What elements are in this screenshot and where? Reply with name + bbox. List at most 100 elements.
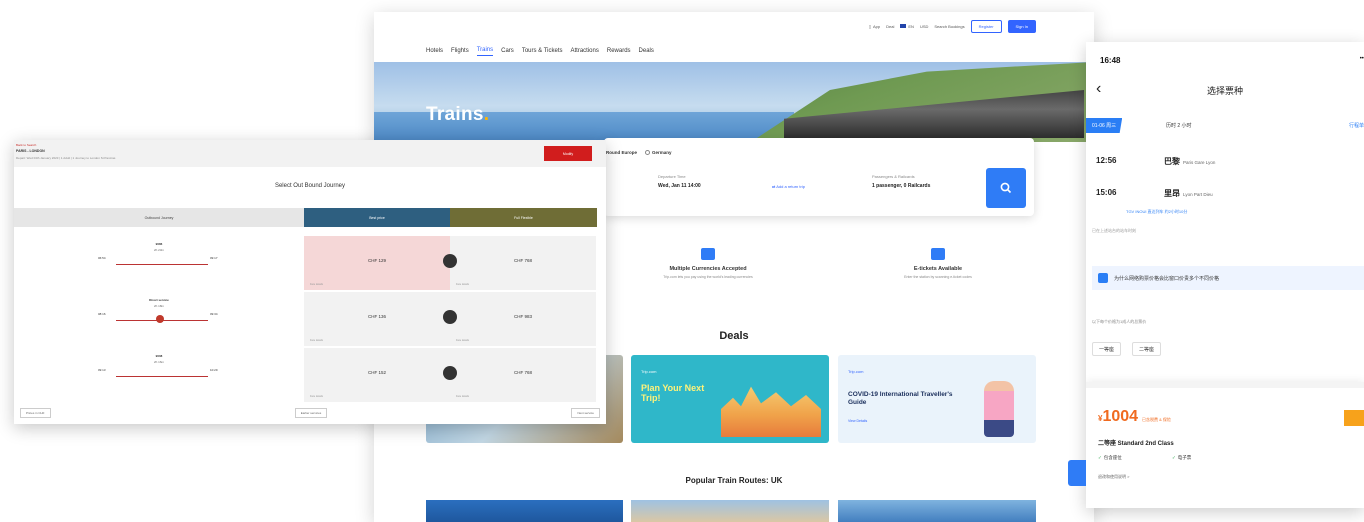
ticket-icon: [931, 248, 945, 260]
deal-card-plan-trip[interactable]: Trip.com Plan Your Next Trip!: [631, 355, 829, 443]
floating-help-button[interactable]: [1068, 460, 1086, 486]
fare-best-price[interactable]: CHF 152 Fare details: [304, 348, 450, 402]
fare-price: ¥1004 已含税费 & 保险: [1098, 408, 1171, 425]
main-nav: Hotels Flights Trains Cars Tours & Ticke…: [374, 40, 1094, 62]
date-tab[interactable]: 01-06 周三: [1086, 118, 1123, 133]
currency-selector[interactable]: USD: [920, 24, 928, 29]
train-service-info: TGV INOUI 直达列车 约2小时10分: [1126, 209, 1188, 214]
nav-flights[interactable]: Flights: [451, 48, 469, 54]
prices-info-button[interactable]: Prices in CHF: [20, 408, 51, 418]
compare-toggle-icon[interactable]: [443, 366, 457, 380]
nav-cars[interactable]: Cars: [501, 48, 514, 54]
journey-row: 9086 2h 23m 06:54 09:17 CHF 129 Fare det…: [14, 236, 606, 290]
nav-hotels[interactable]: Hotels: [426, 48, 443, 54]
mobile-ticket-screen: 16:48 ••• ‹ 选择票种 01-06 周三 历时 2 小时 行程单 12…: [1086, 42, 1364, 508]
compare-toggle-icon[interactable]: [443, 254, 457, 268]
deal-tag: Trip.com: [848, 369, 864, 374]
language-selector[interactable]: EN: [900, 24, 914, 29]
compare-toggle-icon[interactable]: [443, 310, 457, 324]
fare-card: ¥1004 已含税费 & 保险 二等座 Standard 2nd Class ✓ 包…: [1086, 382, 1364, 508]
journey-info: 9008 2h 16m 09:13 10:29: [14, 348, 304, 402]
nav-deals[interactable]: Deals: [639, 48, 654, 54]
nav-trains[interactable]: Trains: [476, 47, 494, 56]
route-line: [116, 264, 208, 265]
hero-banner: Trains.: [374, 62, 1094, 142]
panel-footer: Prices in CHF Earlier services Next serv…: [14, 402, 606, 424]
class-chip-first[interactable]: 一等座: [1092, 342, 1122, 356]
check-icon: ✓: [1172, 455, 1176, 460]
check-icon: ✓: [1098, 455, 1102, 460]
route-label: PARIS - LONDON: [16, 149, 45, 153]
nav-rewards[interactable]: Rewards: [607, 48, 631, 54]
search-button[interactable]: [986, 168, 1026, 208]
itinerary-link[interactable]: 行程单: [1349, 122, 1364, 129]
fare-best-price[interactable]: CHF 136 Fare details: [304, 292, 450, 346]
nav-tours-tickets[interactable]: Tours & Tickets: [522, 48, 563, 54]
nav-attractions[interactable]: Attractions: [571, 48, 599, 54]
traveller-illustration: [984, 381, 1014, 437]
fare-full-flexible[interactable]: CHF 983 Fare details: [450, 292, 596, 346]
fare-columns-header: Outbound Journey Best price Full Flexibl…: [14, 208, 606, 227]
deals-heading: Deals: [719, 330, 749, 342]
add-return-link[interactable]: ⇄ Add a return trip: [772, 184, 805, 189]
route-card[interactable]: [631, 500, 829, 522]
refund-rules-link[interactable]: 退改和使用说明 >: [1098, 474, 1129, 480]
departure-station: 巴黎 Paris Gare Lyon: [1164, 157, 1216, 166]
feature-list: Multiple Currencies Accepted Trip.com le…: [614, 248, 1038, 298]
departure-field[interactable]: Departure Time Wed, Jan 11 14:00: [658, 174, 701, 189]
radio-round-europe[interactable]: Round Europe: [606, 150, 637, 155]
selected-marker-icon: [156, 315, 164, 323]
search-bookings-link[interactable]: Search Bookings: [934, 24, 964, 29]
phone-icon: ▯: [868, 23, 872, 29]
card-icon: [701, 248, 715, 260]
feature-currencies: Multiple Currencies Accepted Trip.com le…: [628, 248, 788, 279]
sign-in-button[interactable]: Sign In: [1007, 19, 1036, 33]
radio-germany[interactable]: Germany: [645, 150, 672, 156]
hero-title: Trains.: [426, 104, 490, 125]
app-link[interactable]: ▯ App: [869, 24, 880, 29]
deal-card-covid-guide[interactable]: Trip.com COVID-19 International Travelle…: [838, 355, 1036, 443]
modify-button[interactable]: Modify: [544, 146, 592, 161]
deal-title: COVID-19 International Traveller's Guide: [848, 391, 953, 406]
price-notice-banner[interactable]: 为什么网络购票价格会比窗口价贵多个不同价格: [1092, 266, 1364, 290]
perk-item: ✓ 包含座位: [1098, 455, 1122, 460]
deals-link[interactable]: Deal: [886, 24, 894, 29]
journey-row: Direct service 2h 18m 08:16 09:34 CHF 13…: [14, 292, 606, 346]
radio-circle-icon: [645, 150, 650, 156]
deal-more-link[interactable]: View Details: [848, 419, 867, 423]
next-service-button[interactable]: Next service: [571, 408, 600, 418]
search-icon: [1000, 182, 1012, 194]
journey-info: 9086 2h 23m 06:54 09:17: [14, 236, 304, 290]
trip-type-radios: Round Europe Germany: [606, 150, 672, 156]
journey-summary: Depart: Wed 04th January 2023 | 1 Adult …: [16, 156, 116, 160]
route-card[interactable]: [838, 500, 1036, 522]
feature-etickets: E-tickets Available Enter the station by…: [858, 248, 1018, 279]
train-icon: [1098, 273, 1108, 283]
station-note: 已在上述站台的站车时刻: [1092, 228, 1136, 233]
fare-full-flexible[interactable]: CHF 768 Fare details: [450, 236, 596, 290]
screen-title: 选择票种: [1206, 86, 1243, 96]
back-to-search-link[interactable]: Back to Search: [16, 143, 36, 147]
route-card[interactable]: [426, 500, 623, 522]
perk-item: ✓ 电子票: [1172, 455, 1192, 460]
arrival-station: 里昂 Lyon Part Dieu: [1164, 189, 1213, 198]
flag-icon: [900, 24, 907, 28]
journey-header: Back to Search PARIS - LONDON Depart: We…: [14, 140, 606, 167]
col-best-price: Best price: [304, 208, 450, 227]
journey-info: Direct service 2h 18m 08:16 09:34: [14, 292, 304, 346]
status-time: 16:48: [1100, 56, 1121, 65]
book-button[interactable]: [1344, 410, 1364, 426]
screenshot-stage: ▯ App Deal EN USD Search Bookings Registe…: [0, 0, 1364, 522]
register-button[interactable]: Register: [970, 19, 1002, 33]
train-search-box: Round Europe Germany Departure Time Wed,…: [604, 138, 1034, 216]
panel-title: Select Out Bound Journey: [274, 183, 346, 189]
fare-full-flexible[interactable]: CHF 768 Fare details: [450, 348, 596, 402]
route-line: [116, 376, 208, 377]
class-chip-second[interactable]: 二等座: [1132, 342, 1162, 356]
earlier-services-button[interactable]: Earlier services: [294, 408, 328, 418]
fare-best-price[interactable]: CHF 129 Fare details: [304, 236, 450, 290]
hero-dot-icon: .: [483, 104, 490, 125]
trip-duration: 历时 2 小时: [1166, 123, 1192, 129]
passengers-field[interactable]: Passengers & Railcards 1 passenger, 0 Ra…: [872, 174, 930, 189]
town-illustration: [721, 386, 821, 437]
